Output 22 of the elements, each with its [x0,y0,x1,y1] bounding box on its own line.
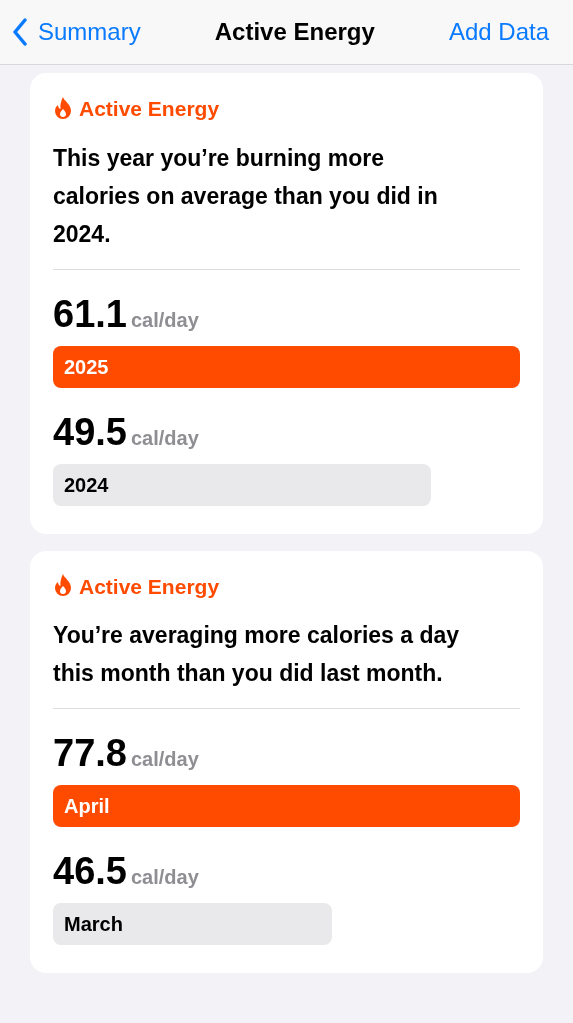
card-headline: You’re averaging more calories a day this month than you did last month. [53,616,520,709]
unit-text: cal/day [130,865,199,890]
flame-icon [53,96,73,121]
page-title: Active Energy [214,17,375,47]
unit-text: cal/day [130,747,199,772]
back-button[interactable]: Summary [12,14,141,50]
unit-text: cal/day [130,425,199,451]
value-text: 46.5 [53,849,127,893]
card-header: Active Energy [79,96,220,122]
comparison-bar: 2024 [53,463,432,506]
comparison-bar: April [53,785,520,827]
comparison-bar: March [53,903,333,945]
card-header: Active Energy [79,573,220,600]
card-headline: This year you’re burning more calories on average than you did in 2024. [53,138,520,270]
add-data-button[interactable]: Add Data [448,14,561,50]
comparison-bar: 2025 [53,345,520,388]
chevron-left-icon [12,18,28,46]
value-text: 61.1 [53,291,127,336]
value-text: 77.8 [53,731,127,775]
unit-text: cal/day [130,307,199,333]
value-text: 49.5 [53,409,127,454]
flame-icon [53,574,73,599]
